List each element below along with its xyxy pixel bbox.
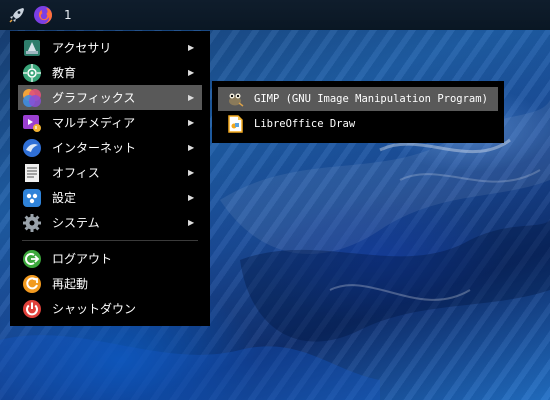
menu-item-shutdown[interactable]: シャットダウン — [10, 296, 210, 321]
menu-item-label: 再起動 — [52, 277, 89, 291]
submenu-item-label: GIMP (GNU Image Manipulation Program) — [254, 93, 488, 105]
reboot-icon — [23, 274, 41, 293]
menu-item-label: ログアウト — [52, 252, 113, 266]
menu-item-label: マルチメディア — [52, 116, 136, 130]
submenu-arrow-icon: ▶ — [188, 168, 195, 177]
accessories-icon — [24, 39, 40, 56]
settings-icon — [23, 188, 41, 207]
libreoffice-draw-icon — [228, 115, 243, 133]
submenu-item-libreoffice-draw[interactable]: LibreOffice Draw — [218, 112, 498, 136]
menu-item-graphics[interactable]: グラフィックス ▶ — [18, 85, 202, 110]
internet-icon — [23, 138, 41, 157]
submenu-arrow-icon: ▶ — [188, 93, 195, 102]
multimedia-icon — [23, 114, 41, 132]
menu-item-label: アクセサリ — [52, 41, 112, 55]
submenu-arrow-icon: ▶ — [188, 43, 195, 52]
taskbar: 1 — [0, 0, 550, 30]
menu-item-education[interactable]: 教育 ▶ — [10, 60, 210, 85]
graphics-icon — [23, 88, 41, 107]
menu-item-reboot[interactable]: 再起動 — [10, 271, 210, 296]
menu-item-internet[interactable]: インターネット ▶ — [10, 135, 210, 160]
menu-item-system[interactable]: システム ▶ — [10, 210, 210, 235]
submenu-arrow-icon: ▶ — [188, 143, 195, 152]
menu-item-logout[interactable]: ログアウト — [10, 246, 210, 271]
menu-item-label: オフィス — [52, 166, 100, 180]
firefox-icon[interactable] — [32, 4, 54, 26]
menu-item-multimedia[interactable]: マルチメディア ▶ — [10, 110, 210, 135]
gimp-icon — [229, 93, 244, 107]
menu-item-label: シャットダウン — [52, 302, 137, 316]
workspace-indicator[interactable]: 1 — [64, 8, 72, 22]
shutdown-icon — [23, 299, 41, 318]
application-menu: アクセサリ ▶ 教育 ▶ グラフィックス ▶ マルチメディア ▶ インターネット… — [10, 31, 210, 326]
submenu-arrow-icon: ▶ — [188, 68, 195, 77]
menu-item-label: インターネット — [52, 141, 137, 155]
office-icon — [25, 163, 39, 182]
menu-item-label: システム — [52, 216, 100, 230]
education-icon — [23, 63, 41, 82]
rocket-icon[interactable] — [6, 4, 28, 26]
submenu-arrow-icon: ▶ — [188, 118, 195, 127]
system-icon — [23, 213, 41, 232]
submenu-item-label: LibreOffice Draw — [254, 118, 356, 130]
menu-item-settings[interactable]: 設定 ▶ — [10, 185, 210, 210]
submenu-item-gimp[interactable]: GIMP (GNU Image Manipulation Program) — [218, 87, 498, 111]
submenu-arrow-icon: ▶ — [188, 218, 195, 227]
menu-separator — [22, 240, 198, 241]
graphics-submenu: GIMP (GNU Image Manipulation Program) Li… — [212, 81, 504, 143]
submenu-arrow-icon: ▶ — [188, 193, 195, 202]
menu-item-accessories[interactable]: アクセサリ ▶ — [10, 35, 210, 60]
menu-item-label: 設定 — [52, 191, 77, 205]
menu-item-office[interactable]: オフィス ▶ — [10, 160, 210, 185]
logout-icon — [23, 249, 41, 268]
menu-item-label: 教育 — [52, 66, 77, 80]
menu-item-label: グラフィックス — [52, 91, 136, 105]
